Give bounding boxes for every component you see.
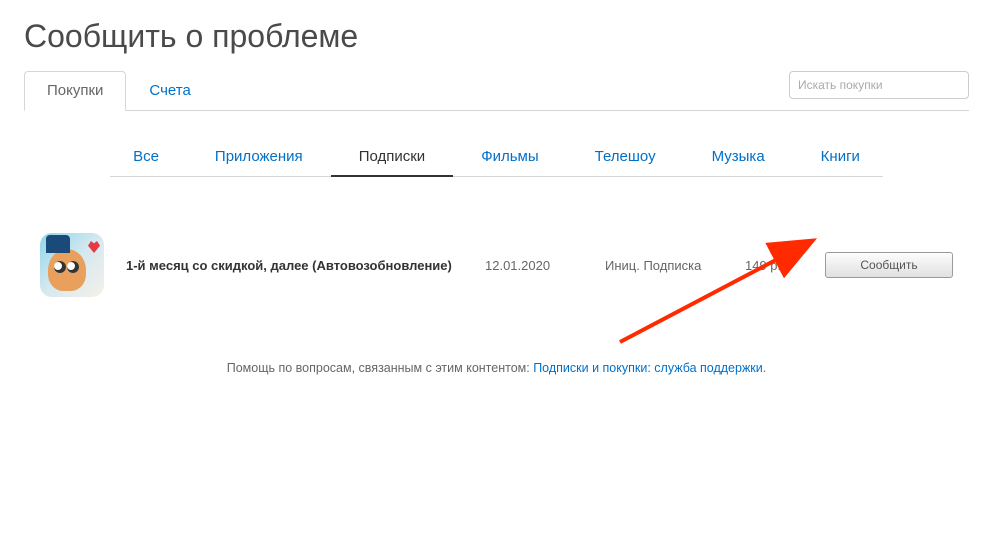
page-title: Сообщить о проблеме xyxy=(0,0,993,71)
app-icon xyxy=(40,233,104,297)
subtab-apps[interactable]: Приложения xyxy=(187,140,331,177)
item-price: 149 р. xyxy=(745,258,825,273)
subtab-tvshows[interactable]: Телешоу xyxy=(567,140,684,177)
purchase-row: 1-й месяц со скидкой, далее (Автовозобно… xyxy=(0,233,993,297)
tab-purchases[interactable]: Покупки xyxy=(24,71,126,111)
search-wrap xyxy=(789,71,969,99)
search-input[interactable] xyxy=(789,71,969,99)
tab-invoices[interactable]: Счета xyxy=(126,71,213,110)
sub-tabs: Все Приложения Подписки Фильмы Телешоу М… xyxy=(110,140,883,177)
subtab-books[interactable]: Книги xyxy=(793,140,888,177)
report-button[interactable]: Сообщить xyxy=(825,252,953,278)
subtab-subscriptions[interactable]: Подписки xyxy=(331,140,454,177)
subtab-music[interactable]: Музыка xyxy=(684,140,793,177)
help-suffix: . xyxy=(763,361,766,375)
primary-tabs: Покупки Счета xyxy=(24,71,214,111)
item-name: 1-й месяц со скидкой, далее (Автовозобно… xyxy=(104,258,485,273)
help-link[interactable]: Подписки и покупки: служба поддержки xyxy=(533,361,763,375)
help-prefix: Помощь по вопросам, связанным с этим кон… xyxy=(227,361,533,375)
help-text: Помощь по вопросам, связанным с этим кон… xyxy=(0,361,993,375)
item-date: 12.01.2020 xyxy=(485,258,605,273)
subtab-movies[interactable]: Фильмы xyxy=(453,140,566,177)
item-type: Иниц. Подписка xyxy=(605,258,745,273)
subtab-all[interactable]: Все xyxy=(105,140,187,177)
